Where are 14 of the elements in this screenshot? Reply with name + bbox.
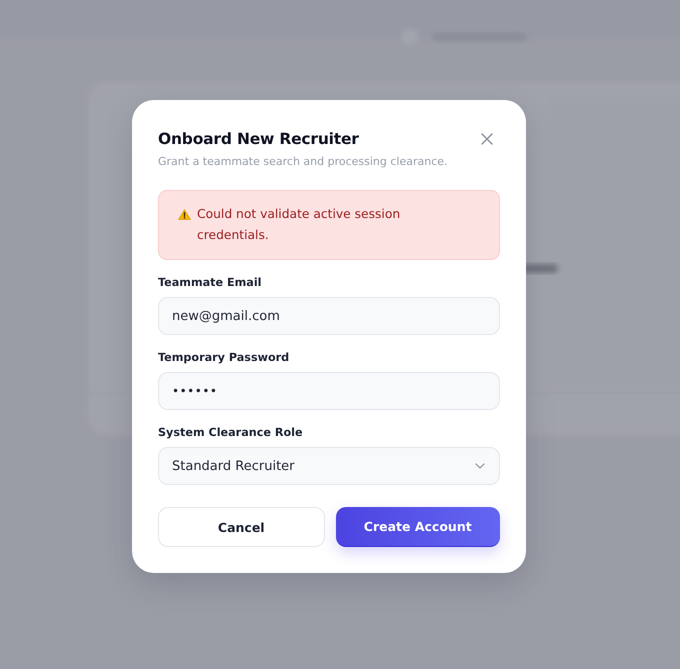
email-field[interactable]: new@gmail.com	[158, 297, 500, 335]
dialog-subtitle: Grant a teammate search and processing clearance.	[158, 154, 449, 170]
password-field[interactable]: ••••••	[158, 372, 500, 410]
cancel-button[interactable]: Cancel	[158, 507, 324, 547]
dialog-title: Onboard New Recruiter	[158, 129, 359, 150]
create-account-button[interactable]: Create Account	[336, 507, 500, 547]
chevron-down-icon	[475, 463, 485, 469]
field-label: System Clearance Role	[158, 425, 304, 441]
field-label: Teammate Email	[158, 275, 262, 291]
role-select[interactable]: Standard Recruiter	[158, 447, 500, 485]
close-icon[interactable]	[481, 133, 493, 145]
field-label: Temporary Password	[158, 350, 290, 366]
warning-icon	[178, 209, 191, 220]
alert-message: Could not validate active session credentials.	[197, 206, 402, 244]
